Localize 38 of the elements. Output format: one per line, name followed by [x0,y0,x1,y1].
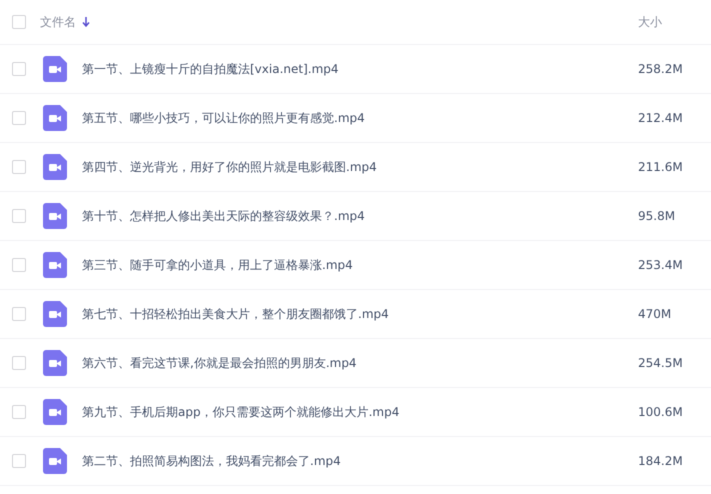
checkbox[interactable] [12,307,26,321]
file-name[interactable]: 第一节、上镜瘦十斤的自拍魔法[vxia.net].mp4 [82,60,339,78]
checkbox[interactable] [12,111,26,125]
checkbox[interactable] [12,258,26,272]
video-file-icon [43,154,67,180]
video-file-icon [43,252,67,278]
file-name[interactable]: 第九节、手机后期app，你只需要这两个就能修出大片.mp4 [82,404,400,420]
file-name[interactable]: 第五节、哪些小技巧，可以让你的照片更有感觉.mp4 [82,110,365,126]
file-size: 95.8M [638,209,676,223]
file-size: 470M [638,307,672,321]
file-size: 253.4M [638,258,683,272]
video-file-icon [43,448,67,474]
video-file-icon [43,350,67,376]
sort-down-icon[interactable] [82,17,90,27]
video-file-icon [43,203,67,229]
checkbox[interactable] [12,15,26,29]
file-name[interactable]: 第三节、随手可拿的小道具，用上了逼格暴涨.mp4 [82,256,353,274]
checkbox[interactable] [12,356,26,370]
file-size: 258.2M [638,62,683,76]
video-file-icon [43,105,67,131]
video-file-icon [43,399,67,425]
checkbox[interactable] [12,62,26,76]
checkbox[interactable] [12,454,26,468]
checkbox[interactable] [12,209,26,223]
file-size: 184.2M [638,454,683,468]
checkbox[interactable] [12,160,26,174]
file-name[interactable]: 第七节、十招轻松拍出美食大片，整个朋友圈都饿了.mp4 [82,306,389,322]
file-size: 212.4M [638,111,683,125]
video-file-icon [43,56,67,82]
video-file-icon [43,301,67,327]
file-name[interactable]: 第十节、怎样把人修出美出天际的整容级效果？.mp4 [82,208,365,224]
checkbox[interactable] [12,405,26,419]
file-name[interactable]: 第二节、拍照简易构图法，我妈看完都会了.mp4 [82,452,341,470]
file-size: 254.5M [638,356,683,370]
file-name[interactable]: 第四节、逆光背光，用好了你的照片就是电影截图.mp4 [82,158,377,176]
file-size: 211.6M [638,160,683,174]
file-size: 100.6M [638,405,683,419]
file-name[interactable]: 第六节、看完这节课,你就是最会拍照的男朋友.mp4 [82,354,357,372]
